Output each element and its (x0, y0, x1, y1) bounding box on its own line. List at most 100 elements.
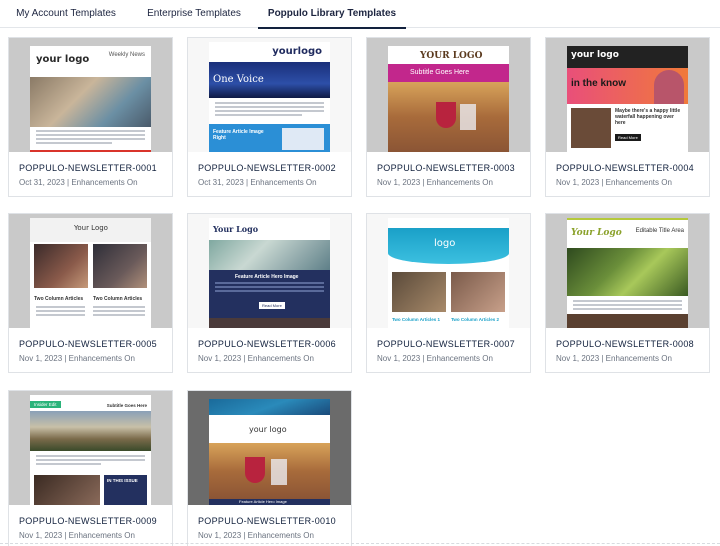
template-card-0001[interactable]: your logo Weekly News POPPULO-NEWSLETTER… (8, 37, 173, 197)
newsletter-preview: your logo Weekly News (30, 46, 151, 152)
template-card-0008[interactable]: Your Logo Editable Title Area POPPULO-NE… (545, 213, 710, 373)
template-thumbnail: yourlogo One Voice Feature Article Image… (188, 38, 351, 152)
template-thumbnail: logo Two Column Articles 1 Two Column Ar… (367, 214, 530, 328)
template-meta: Nov 1, 2023 | Enhancements On (377, 354, 493, 363)
newsletter-preview: logo Two Column Articles 1 Two Column Ar… (388, 218, 509, 328)
template-name: POPPULO-NEWSLETTER-0007 (377, 339, 515, 349)
template-card-0005[interactable]: Your Logo Two Column Articles Two Column… (8, 213, 173, 373)
newsletter-preview: Your Logo Editable Title Area (567, 218, 688, 328)
logo-text: YOUR LOGO (420, 51, 483, 61)
template-meta: Nov 1, 2023 | Enhancements On (556, 178, 672, 187)
header-wave (209, 399, 330, 415)
template-meta: Nov 1, 2023 | Enhancements On (198, 354, 314, 363)
template-name: POPPULO-NEWSLETTER-0003 (377, 163, 515, 173)
logo-text: Your Logo (213, 224, 259, 234)
newsletter-preview: YOUR LOGO Subtitle Goes Here (388, 46, 509, 152)
template-thumbnail: your logo in the know Maybe there's a ha… (546, 38, 709, 152)
subtitle-banner: Subtitle Goes Here (388, 64, 509, 82)
logo-text: your logo (571, 50, 619, 60)
logo-text: yourlogo (272, 46, 322, 57)
column-photo-right (451, 272, 505, 312)
logo-text: Your Logo (74, 224, 108, 232)
in-this-issue-title: IN THIS ISSUE (107, 478, 138, 483)
tab-poppulo-library-templates[interactable]: Poppulo Library Templates (258, 0, 406, 29)
template-thumbnail: Your Logo Feature Article Hero Image Rea… (188, 214, 351, 328)
template-meta: Oct 31, 2023 | Enhancements On (19, 178, 138, 187)
newsletter-preview: your logo Feature Article Hero Image (209, 399, 330, 505)
hero-banner: in the know (567, 68, 688, 104)
newsletter-preview: Your Logo Feature Article Hero Image Rea… (209, 218, 330, 328)
template-card-0009[interactable]: Insider Edit Subtitle Goes Here IN THIS … (8, 390, 173, 546)
template-meta: Nov 1, 2023 | Enhancements On (556, 354, 672, 363)
banner-text: Subtitle Goes Here (410, 69, 470, 76)
template-card-0002[interactable]: yourlogo One Voice Feature Article Image… (187, 37, 352, 197)
column-photo-left (392, 272, 446, 312)
template-name: POPPULO-NEWSLETTER-0005 (19, 339, 157, 349)
banner-text: One Voice (213, 74, 264, 85)
subtitle-text: Subtitle Goes Here (106, 403, 147, 408)
landscape-photo (30, 411, 151, 451)
teaser-text: Maybe there's a happy little waterfall h… (615, 108, 681, 126)
building-photo (209, 240, 330, 270)
logo-text: your logo (249, 425, 287, 434)
column-title-left: Two Column Articles 1 (392, 317, 441, 322)
hero-photo (30, 77, 151, 127)
feature-title: Feature Article Hero Image (235, 274, 299, 280)
hero-banner: One Voice (209, 62, 330, 98)
drink-photo (388, 82, 509, 152)
feature-title: Feature Article Hero Image (239, 499, 287, 504)
column-photo-right (93, 244, 147, 288)
scroll-boundary (0, 543, 720, 544)
template-card-0007[interactable]: logo Two Column Articles 1 Two Column Ar… (366, 213, 531, 373)
tab-my-account-templates[interactable]: My Account Templates (8, 0, 124, 28)
template-thumbnail: Your Logo Editable Title Area (546, 214, 709, 328)
template-thumbnail: your logo Feature Article Hero Image (188, 391, 351, 505)
read-more-button: Read More (259, 302, 285, 309)
template-name: POPPULO-NEWSLETTER-0004 (556, 163, 694, 173)
template-meta: Nov 1, 2023 | Enhancements On (377, 178, 493, 187)
template-card-0004[interactable]: your logo in the know Maybe there's a ha… (545, 37, 710, 197)
article-photo (34, 475, 100, 505)
template-card-0010[interactable]: your logo Feature Article Hero Image POP… (187, 390, 352, 546)
template-meta: Nov 1, 2023 | Enhancements On (198, 531, 314, 540)
forest-photo (567, 248, 688, 296)
template-name: POPPULO-NEWSLETTER-0006 (198, 339, 336, 349)
template-name: POPPULO-NEWSLETTER-0010 (198, 516, 336, 526)
wave-banner: logo (388, 228, 509, 264)
logo-text: logo (434, 238, 456, 249)
read-more-button: Read More (615, 134, 641, 141)
column-title-right: Two Column Articles (93, 296, 143, 302)
newsletter-preview: Insider Edit Subtitle Goes Here IN THIS … (30, 395, 151, 505)
banner-text: in the know (571, 78, 626, 89)
newsletter-preview: your logo in the know Maybe there's a ha… (567, 46, 688, 152)
template-meta: Oct 31, 2023 | Enhancements On (198, 178, 317, 187)
template-name: POPPULO-NEWSLETTER-0008 (556, 339, 694, 349)
in-this-issue-panel: IN THIS ISSUE (104, 475, 147, 505)
template-meta: Nov 1, 2023 | Enhancements On (19, 531, 135, 540)
newsletter-preview: yourlogo One Voice Feature Article Image… (209, 42, 330, 152)
edition-badge: Insider Edit (30, 401, 61, 408)
column-title-right: Two Column Articles 2 (451, 317, 500, 322)
logo-text: Your Logo (571, 228, 622, 238)
template-name: POPPULO-NEWSLETTER-0009 (19, 516, 157, 526)
tab-enterprise-templates[interactable]: Enterprise Templates (136, 0, 252, 28)
template-card-0003[interactable]: YOUR LOGO Subtitle Goes Here POPPULO-NEW… (366, 37, 531, 197)
template-name: POPPULO-NEWSLETTER-0002 (198, 163, 336, 173)
template-name: POPPULO-NEWSLETTER-0001 (19, 163, 157, 173)
logo-text: your logo (36, 54, 90, 65)
column-photo-left (34, 244, 88, 288)
template-thumbnail: your logo Weekly News (9, 38, 172, 152)
feature-title: Feature Article Image Right (213, 129, 264, 141)
template-thumbnail: Your Logo Two Column Articles Two Column… (9, 214, 172, 328)
template-card-0006[interactable]: Your Logo Feature Article Hero Image Rea… (187, 213, 352, 373)
newsletter-preview: Your Logo Two Column Articles Two Column… (30, 218, 151, 328)
feature-block: Feature Article Image Right (209, 124, 330, 152)
template-thumbnail: Insider Edit Subtitle Goes Here IN THIS … (9, 391, 172, 505)
header-text: Weekly News (108, 52, 145, 58)
title-area: Editable Title Area (635, 228, 684, 234)
feature-block: Feature Article Hero Image Read More (209, 270, 330, 318)
drink-photo (209, 443, 330, 499)
template-meta: Nov 1, 2023 | Enhancements On (19, 354, 135, 363)
column-title-left: Two Column Articles (34, 296, 84, 302)
template-tabs: My Account Templates Enterprise Template… (0, 0, 720, 29)
